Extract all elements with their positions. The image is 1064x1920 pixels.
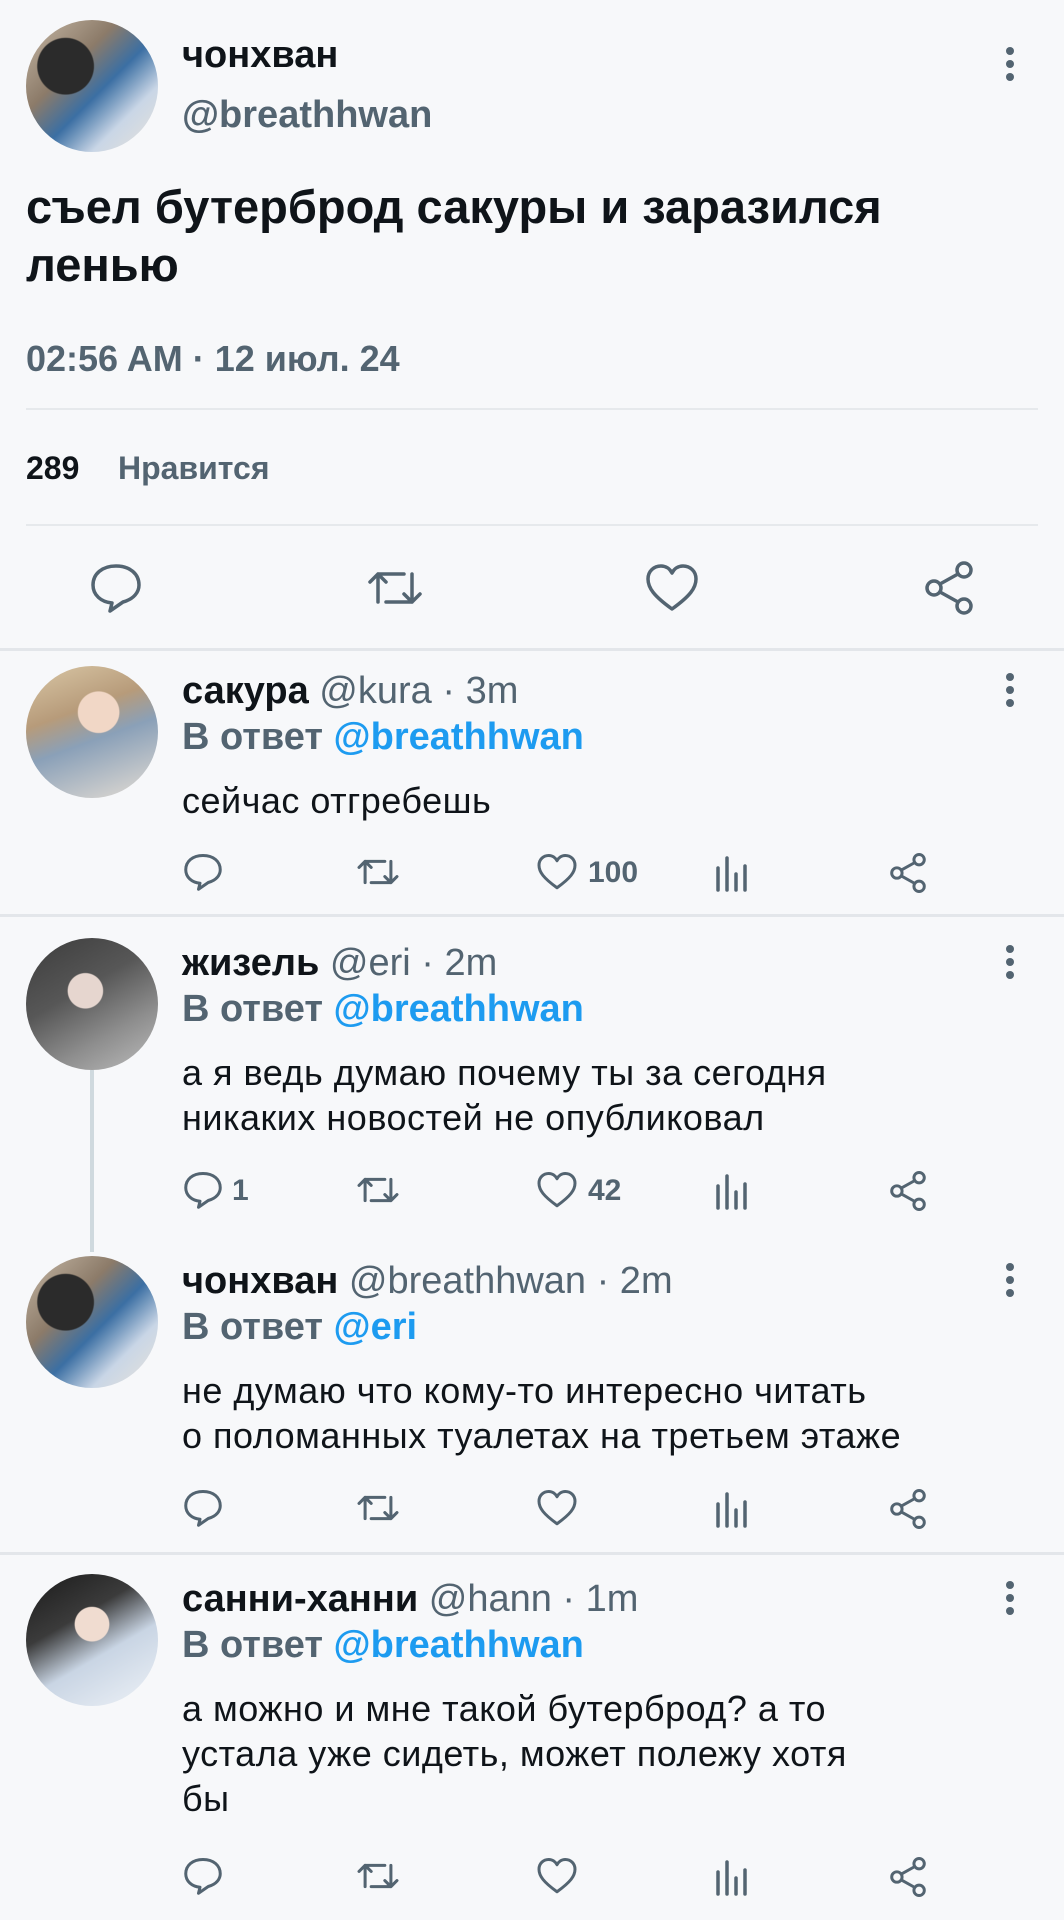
reply-header: чонхван @breathhwan · 2m	[182, 1260, 673, 1303]
section-separator	[0, 1552, 1064, 1555]
reply-header: сакура @kura · 3m	[182, 670, 518, 713]
reply-header: санни-ханни @hann · 1m	[182, 1578, 638, 1621]
reply-header: жизель @eri · 2m	[182, 942, 497, 985]
reply-handle-time[interactable]: @hann · 1m	[429, 1578, 639, 1620]
share-icon[interactable]	[888, 1856, 928, 1898]
reply-text-line: устала уже сидеть, может полежу хотя	[182, 1733, 847, 1774]
retweet-icon[interactable]	[356, 1488, 400, 1528]
reply-avatar[interactable]	[26, 938, 158, 1070]
reply-text-line: не думаю что кому-то интересно читать	[182, 1370, 867, 1411]
tweet-timestamp[interactable]: 02:56 AM · 12 июл. 24	[26, 338, 400, 380]
reply-mention-link[interactable]: @breathhwan	[334, 1624, 584, 1666]
reply-prefix: В ответ	[182, 988, 334, 1030]
like-icon[interactable]	[536, 1856, 578, 1896]
analytics-icon[interactable]	[714, 854, 750, 892]
retweet-icon[interactable]	[366, 562, 424, 614]
reply-to-line: В ответ @eri	[182, 1306, 417, 1349]
reply-text-line: а можно и мне такой бутерброд? а то	[182, 1688, 827, 1729]
author-avatar[interactable]	[26, 20, 158, 152]
like-count: 42	[588, 1174, 622, 1207]
retweet-icon[interactable]	[356, 852, 400, 892]
section-separator	[0, 648, 1064, 651]
retweet-icon[interactable]	[356, 1170, 400, 1210]
reply-icon[interactable]	[182, 1856, 224, 1896]
like-icon[interactable]	[536, 1170, 578, 1210]
thread-connector	[90, 1070, 94, 1252]
author-name[interactable]: чонхван	[182, 34, 338, 77]
reply-to-line: В ответ @breathhwan	[182, 716, 584, 759]
reply-text-line: бы	[182, 1778, 230, 1819]
reply-icon[interactable]	[88, 562, 144, 614]
reply-mention-link[interactable]: @breathhwan	[334, 716, 584, 758]
section-separator	[0, 914, 1064, 917]
more-icon[interactable]	[996, 1580, 1024, 1616]
reply-text-line: сейчас отгребешь	[182, 780, 492, 821]
analytics-icon[interactable]	[714, 1490, 750, 1528]
reply-icon[interactable]	[182, 852, 224, 892]
reply-prefix: В ответ	[182, 1306, 334, 1348]
reply-to-line: В ответ @breathhwan	[182, 988, 584, 1031]
analytics-icon[interactable]	[714, 1172, 750, 1210]
share-icon[interactable]	[888, 852, 928, 894]
reply-avatar[interactable]	[26, 666, 158, 798]
divider	[26, 524, 1038, 526]
more-icon[interactable]	[996, 944, 1024, 980]
tweet-text-line-1: съел бутерброд сакуры и заразился	[26, 180, 882, 233]
reply-count: 1	[232, 1174, 249, 1207]
reply-handle-time[interactable]: @kura · 3m	[319, 670, 518, 712]
likes-count[interactable]: 289	[26, 450, 79, 487]
more-icon[interactable]	[996, 46, 1024, 82]
reply-author-name[interactable]: чонхван	[182, 1260, 338, 1302]
reply-author-name[interactable]: санни-ханни	[182, 1578, 418, 1620]
share-icon[interactable]	[888, 1170, 928, 1212]
reply-prefix: В ответ	[182, 716, 334, 758]
retweet-icon[interactable]	[356, 1856, 400, 1896]
reply-text-line: а я ведь думаю почему ты за сегодня	[182, 1052, 827, 1093]
reply-icon[interactable]	[182, 1488, 224, 1528]
like-icon[interactable]	[536, 852, 578, 892]
reply-text-line: о поломанных туалетах на третьем этаже	[182, 1415, 902, 1456]
like-icon[interactable]	[644, 562, 700, 614]
author-handle[interactable]: @breathhwan	[182, 94, 432, 137]
more-icon[interactable]	[996, 672, 1024, 708]
reply-avatar[interactable]	[26, 1574, 158, 1706]
reply-handle-time[interactable]: @breathhwan · 2m	[349, 1260, 673, 1302]
reply-handle-time[interactable]: @eri · 2m	[330, 942, 497, 984]
share-icon[interactable]	[888, 1488, 928, 1530]
like-count: 100	[588, 856, 639, 889]
reply-author-name[interactable]: жизель	[182, 942, 319, 984]
analytics-icon[interactable]	[714, 1858, 750, 1896]
like-icon[interactable]	[536, 1488, 578, 1528]
reply-author-name[interactable]: сакура	[182, 670, 309, 712]
divider	[26, 408, 1038, 410]
reply-mention-link[interactable]: @eri	[334, 1306, 418, 1348]
reply-icon[interactable]	[182, 1170, 224, 1210]
reply-mention-link[interactable]: @breathhwan	[334, 988, 584, 1030]
more-icon[interactable]	[996, 1262, 1024, 1298]
reply-to-line: В ответ @breathhwan	[182, 1624, 584, 1667]
likes-label[interactable]: Нравится	[118, 450, 270, 487]
share-icon[interactable]	[922, 560, 976, 616]
reply-text-line: никаких новостей не опубликовал	[182, 1097, 765, 1138]
tweet-text-line-2: ленью	[26, 238, 179, 291]
reply-avatar[interactable]	[26, 1256, 158, 1388]
reply-prefix: В ответ	[182, 1624, 334, 1666]
